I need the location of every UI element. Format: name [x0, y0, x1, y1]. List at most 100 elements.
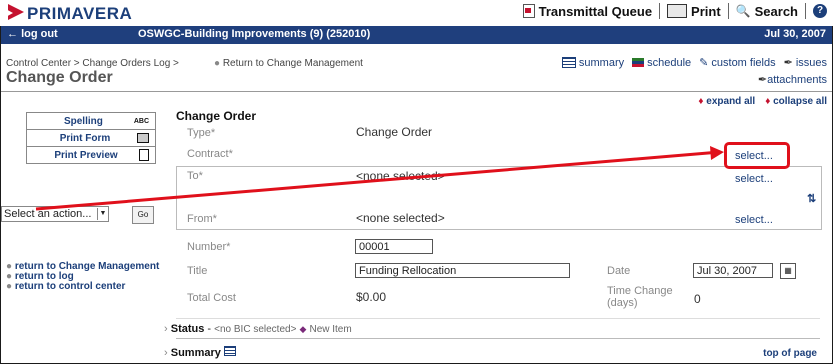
schedule-icon — [632, 58, 645, 67]
go-button[interactable]: Go — [132, 206, 154, 224]
return-to-control-center-link[interactable]: ● return to control center — [6, 282, 159, 292]
print-form-label: Print Form — [59, 132, 111, 144]
expand-all-label: expand all — [706, 96, 756, 107]
total-cost-label: Total Cost — [187, 292, 236, 304]
time-change-value: 0 — [694, 292, 701, 306]
divider — [659, 3, 661, 19]
project-name: OSWGC-Building Improvements (9) (252010) — [138, 28, 371, 40]
custom-fields-link[interactable]: ✎ custom fields — [699, 56, 776, 70]
spelling-button[interactable]: Spelling ABC — [27, 113, 155, 130]
spelling-label: Spelling — [63, 115, 103, 127]
return-mgmt-label: Return to Change Management — [222, 58, 363, 69]
expand-chevron-icon: › — [164, 347, 168, 359]
type-label: Type* — [187, 127, 216, 139]
collapse-icon: ♦ — [765, 96, 771, 107]
custom-fields-label: custom fields — [711, 56, 776, 69]
expand-icon: ♦ — [698, 96, 704, 107]
swap-icon[interactable]: ⇅ — [807, 192, 816, 205]
highlight-box — [724, 142, 790, 169]
left-tool-buttons: Spelling ABC Print Form Print Preview — [26, 112, 156, 164]
section-toolbar: summary schedule ✎ custom fields ✒ issues — [561, 56, 827, 70]
left-links: ● return to Change Management ● return t… — [6, 262, 159, 292]
status-bic: <no BIC selected> — [214, 324, 297, 335]
transmittal-icon — [522, 4, 535, 18]
summary-icon — [223, 346, 236, 356]
bullet-icon: ● — [214, 58, 221, 69]
attachments-link[interactable]: ✒attachments — [758, 73, 827, 86]
divider — [727, 3, 729, 19]
contract-label: Contract* — [187, 148, 233, 160]
divider — [805, 3, 806, 19]
printer-icon — [137, 133, 149, 143]
number-input[interactable]: 00001 — [355, 239, 433, 254]
total-cost-value: $0.00 — [356, 290, 387, 304]
print-link[interactable]: Print — [691, 4, 721, 19]
status-title: Status — [170, 323, 205, 335]
collapse-all-link[interactable]: ♦ collapse all — [765, 96, 827, 107]
search-icon: 🔍 — [735, 4, 751, 18]
top-nav: Transmittal Queue Print 🔍 Search ? — [522, 3, 827, 19]
title-label: Title — [187, 265, 208, 277]
section-divider — [176, 318, 820, 319]
date-label: Date — [607, 265, 631, 277]
issues-link[interactable]: ✒ issues — [783, 56, 827, 70]
action-select-value: Select an action... — [4, 208, 92, 220]
attachments-label: attachments — [767, 74, 827, 86]
time-change-label-line2: (days) — [607, 297, 638, 309]
to-select-link[interactable]: select... — [735, 173, 773, 185]
type-value: Change Order — [356, 125, 433, 139]
from-select-link[interactable]: select... — [735, 214, 773, 226]
time-change-label: Time Change (days) — [607, 285, 673, 309]
summary-title: Summary — [170, 347, 221, 359]
search-link[interactable]: Search — [755, 4, 798, 19]
schedule-link[interactable]: schedule — [632, 56, 691, 69]
calendar-icon[interactable]: ▦ — [780, 263, 796, 279]
print-form-button[interactable]: Print Form — [27, 130, 155, 147]
expand-all-link[interactable]: ♦ expand all — [698, 96, 755, 107]
status-dash: - — [204, 323, 215, 335]
preview-icon — [139, 149, 149, 161]
to-label: To* — [187, 170, 203, 182]
time-change-label-line1: Time Change — [607, 285, 673, 297]
chevron-down-icon: ▼ — [97, 208, 108, 220]
pencil-icon: ✎ — [699, 57, 709, 69]
return-to-management-link[interactable]: ● Return to Change Management — [214, 58, 363, 69]
header-divider — [1, 91, 832, 92]
summary-link[interactable]: summary — [561, 56, 625, 69]
spelling-icon: ABC — [133, 117, 149, 125]
help-icon[interactable]: ? — [813, 4, 827, 18]
date-input[interactable]: Jul 30, 2007 — [693, 263, 773, 278]
summary-section[interactable]: › Summary — [164, 346, 236, 359]
action-select[interactable]: Select an action... ▼ — [1, 206, 109, 222]
print-icon — [667, 4, 688, 18]
to-value: <none selected> — [356, 169, 445, 183]
collapse-all-label: collapse all — [773, 96, 827, 107]
paperclip-icon: ✒ — [783, 57, 793, 69]
print-preview-button[interactable]: Print Preview — [27, 147, 155, 163]
logo-notch — [4, 8, 13, 18]
page-title: Change Order — [6, 69, 113, 86]
new-item-label: New Item — [309, 324, 352, 335]
to-from-box — [176, 166, 822, 230]
logout-link[interactable]: ← log out — [7, 28, 58, 40]
expand-controls: ♦ expand all ♦ collapse all — [698, 96, 827, 107]
status-section[interactable]: › Status - <no BIC selected> ◆ New Item — [164, 323, 352, 335]
transmittal-queue-link[interactable]: Transmittal Queue — [539, 4, 652, 19]
new-item-icon: ◆ — [299, 324, 307, 334]
schedule-label: schedule — [647, 56, 692, 69]
form-section-title: Change Order — [176, 109, 257, 123]
top-of-page-link[interactable]: top of page — [763, 348, 817, 359]
top-bar: PRIMAVERA Transmittal Queue Print 🔍 Sear… — [0, 0, 833, 26]
project-bar: ← log out OSWGC-Building Improvements (9… — [1, 26, 832, 44]
bullet-icon: ● — [6, 281, 13, 292]
from-label: From* — [187, 213, 217, 225]
title-input[interactable]: Funding Rellocation — [355, 263, 570, 278]
print-preview-label: Print Preview — [54, 149, 118, 161]
logout-label: log out — [21, 28, 58, 40]
current-date: Jul 30, 2007 — [764, 28, 826, 40]
attachment-icon: ✒ — [757, 74, 768, 86]
issues-label: issues — [795, 56, 827, 69]
summary-label: summary — [578, 56, 625, 69]
brand-name: PRIMAVERA — [27, 4, 133, 23]
breadcrumb[interactable]: Control Center > Change Orders Log > — [6, 58, 179, 69]
